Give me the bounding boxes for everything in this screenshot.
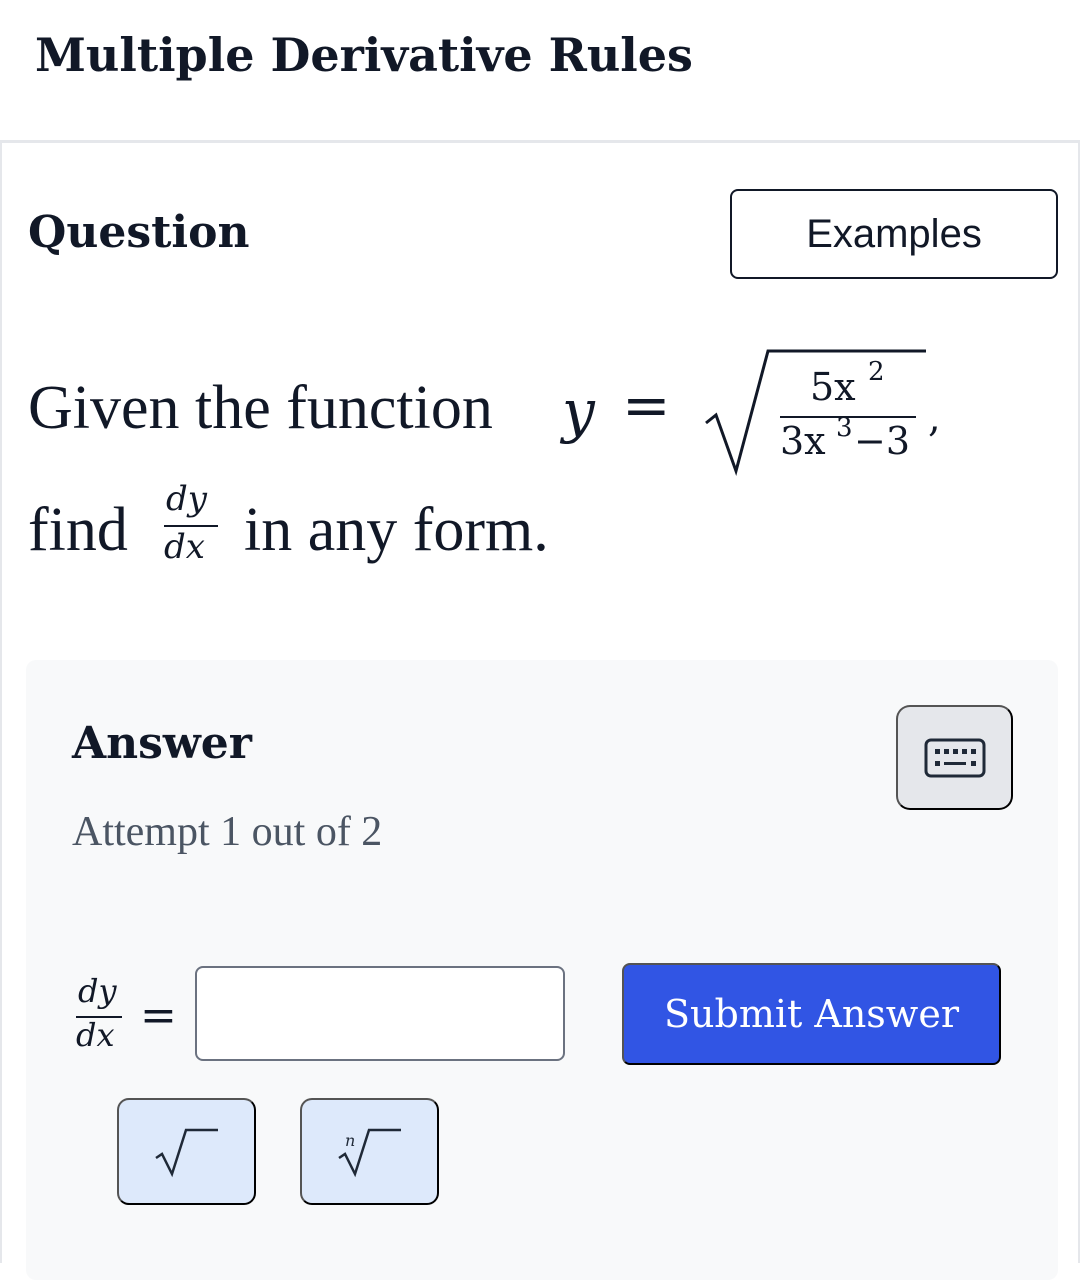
nth-root-index: n [345,1131,355,1150]
question-heading: Question [28,207,250,258]
attempt-counter: Attempt 1 out of 2 [72,809,383,855]
question-find-text: find [28,496,128,564]
answer-equals: = [140,990,177,1041]
question-text-line2: find dy dx in any form. [28,473,728,583]
keyboard-toggle-button[interactable] [896,705,1013,810]
square-root-icon [154,1128,218,1177]
answer-lhs: dy dx = [72,972,192,1062]
math-comma: , [928,395,941,441]
frac-numerator-exponent: 2 [868,357,885,387]
nthroot-tool-button[interactable]: n [300,1098,439,1205]
frac-denominator-tail: −3 [854,419,911,463]
math-equals: = [622,371,671,439]
answer-lhs-numerator: dy [78,972,117,1010]
question-given-text: Given the function [28,374,493,442]
answer-panel: Answer Attempt 1 out of 2 dy dx = Submit… [26,660,1058,1280]
question-card: Question Examples Given the function y =… [0,143,1080,1280]
page-title: Multiple Derivative Rules [35,28,693,82]
frac-numerator-coef: 5x [810,365,856,409]
answer-heading: Answer [72,718,252,769]
question-any-form-text: in any form. [244,496,549,564]
frac-denominator-exponent: 3 [836,413,853,443]
nth-root-icon: n [337,1128,401,1177]
deriv-numerator: dy [166,479,207,519]
page-header: Multiple Derivative Rules [0,0,1080,143]
math-y: y [562,377,595,445]
sqrt-tool-button[interactable] [117,1098,256,1205]
submit-answer-button[interactable]: Submit Answer [622,963,1001,1065]
answer-lhs-denominator: dx [76,1016,115,1054]
answer-input[interactable] [195,966,565,1061]
keyboard-icon [924,738,985,777]
examples-button[interactable]: Examples [730,189,1058,279]
question-text: Given the function y = 5x 2 3x 3 −3 , [28,343,1028,483]
deriv-denominator: dx [164,527,205,567]
frac-denominator-coef: 3x [780,419,826,463]
